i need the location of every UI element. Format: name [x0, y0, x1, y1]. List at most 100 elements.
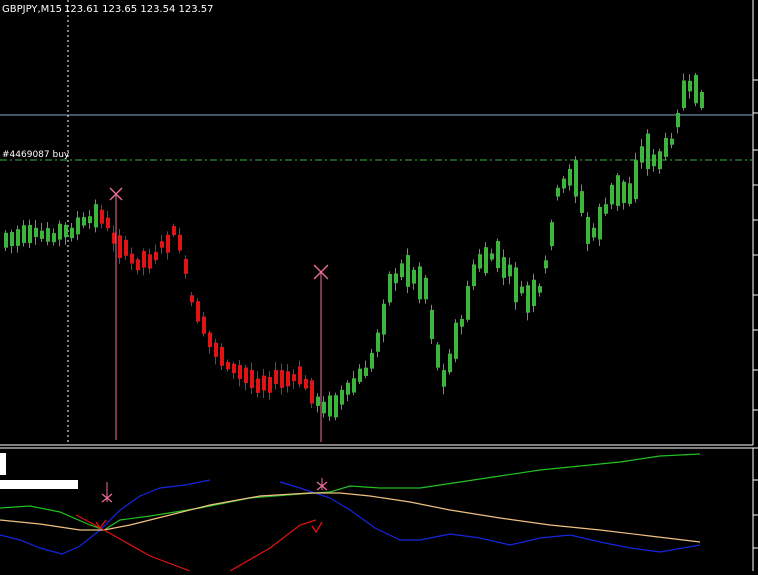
candle-body: [580, 191, 584, 213]
candle-body: [10, 232, 14, 247]
candle-body: [46, 228, 50, 242]
candle-body: [502, 257, 506, 278]
candle-body: [280, 370, 284, 388]
indicator-blue-line: [0, 479, 211, 555]
candle-body: [442, 370, 446, 387]
candle-body: [592, 227, 596, 238]
candle-body: [274, 370, 278, 384]
candle-body: [94, 204, 98, 228]
candle-body: [514, 267, 518, 303]
candle-body: [208, 332, 212, 348]
candle-body: [352, 378, 356, 393]
candle-body: [700, 91, 704, 108]
candle-body: [154, 251, 158, 261]
candle-body: [406, 255, 410, 287]
candle-body: [628, 183, 632, 204]
candle-body: [238, 365, 242, 379]
candle-body: [472, 264, 476, 287]
candle-body: [172, 226, 176, 236]
candle-body: [454, 322, 458, 359]
candle-body: [292, 374, 296, 382]
candle-body: [268, 376, 272, 393]
candle-body: [412, 269, 416, 284]
indicator-legend-block: [0, 453, 6, 475]
candle-body: [250, 370, 254, 388]
candle-body: [466, 286, 470, 320]
candle-body: [586, 216, 590, 244]
candle-body: [604, 204, 608, 214]
candle-body: [118, 235, 122, 259]
candle-body: [478, 254, 482, 269]
candle-body: [124, 239, 128, 256]
candle-body: [490, 253, 494, 260]
check-icon: [311, 521, 323, 534]
candle-body: [130, 253, 134, 264]
candle-body: [328, 395, 332, 417]
candle-body: [334, 395, 338, 418]
candle-body: [22, 225, 26, 244]
candle-body: [346, 382, 350, 395]
candle-body: [448, 353, 452, 373]
candle-body: [646, 133, 650, 170]
candle-body: [52, 233, 56, 243]
order-line-label: #4469087 buy: [2, 150, 70, 160]
candle-body: [376, 332, 380, 352]
candle-body: [214, 342, 218, 357]
candle-body: [178, 234, 182, 251]
candle-body: [676, 113, 680, 128]
candle-body: [610, 184, 614, 205]
candle-body: [640, 146, 644, 163]
ohlc-values: 123.61 123.65 123.54 123.57: [64, 4, 214, 15]
candle-body: [538, 286, 542, 293]
candle-body: [190, 295, 194, 303]
candle-body: [244, 367, 248, 384]
candle-body: [142, 251, 146, 268]
candle-body: [4, 232, 8, 248]
candle-body: [322, 401, 326, 414]
candle-body: [316, 396, 320, 406]
candle-body: [568, 168, 572, 186]
candle-body: [226, 361, 230, 370]
price-chart-canvas[interactable]: [0, 0, 758, 572]
candle-body: [358, 368, 362, 382]
candle-body: [436, 344, 440, 368]
candle-body: [88, 216, 92, 224]
candle-body: [370, 352, 374, 369]
indicator-red-line: [229, 519, 317, 572]
candle-body: [532, 279, 536, 306]
indicator-legend-block: [0, 480, 78, 489]
candle-body: [340, 389, 344, 405]
candle-body: [232, 363, 236, 374]
candle-body: [364, 367, 368, 376]
candle-body: [112, 232, 116, 244]
candle-body: [28, 224, 32, 244]
candle-body: [574, 160, 578, 197]
candle-body: [160, 241, 164, 248]
candle-body: [562, 178, 566, 189]
candle-body: [310, 380, 314, 404]
candle-body: [64, 224, 68, 238]
candle-body: [682, 80, 686, 109]
candle-body: [634, 160, 638, 200]
candle-body: [496, 241, 500, 269]
candle-body: [694, 74, 698, 104]
candle-body: [688, 80, 692, 92]
candle-body: [400, 263, 404, 278]
candle-body: [658, 151, 662, 170]
symbol-timeframe-label: GBPJPY,M15: [2, 4, 63, 15]
indicator-green-line: [0, 453, 701, 531]
trading-chart[interactable]: GBPJPY,M15 123.61 123.65 123.54 123.57 #…: [0, 0, 758, 572]
candle-body: [70, 227, 74, 239]
candle-body: [598, 206, 602, 240]
candle-body: [202, 316, 206, 334]
candle-body: [256, 378, 260, 393]
candle-body: [508, 264, 512, 277]
candle-body: [220, 346, 224, 366]
candle-body: [76, 217, 80, 235]
candle-body: [616, 175, 620, 206]
candle-body: [148, 254, 152, 269]
indicator-red-line: [75, 514, 191, 572]
candle-body: [430, 309, 434, 340]
candle-body: [388, 273, 392, 303]
candle-body: [184, 258, 188, 274]
